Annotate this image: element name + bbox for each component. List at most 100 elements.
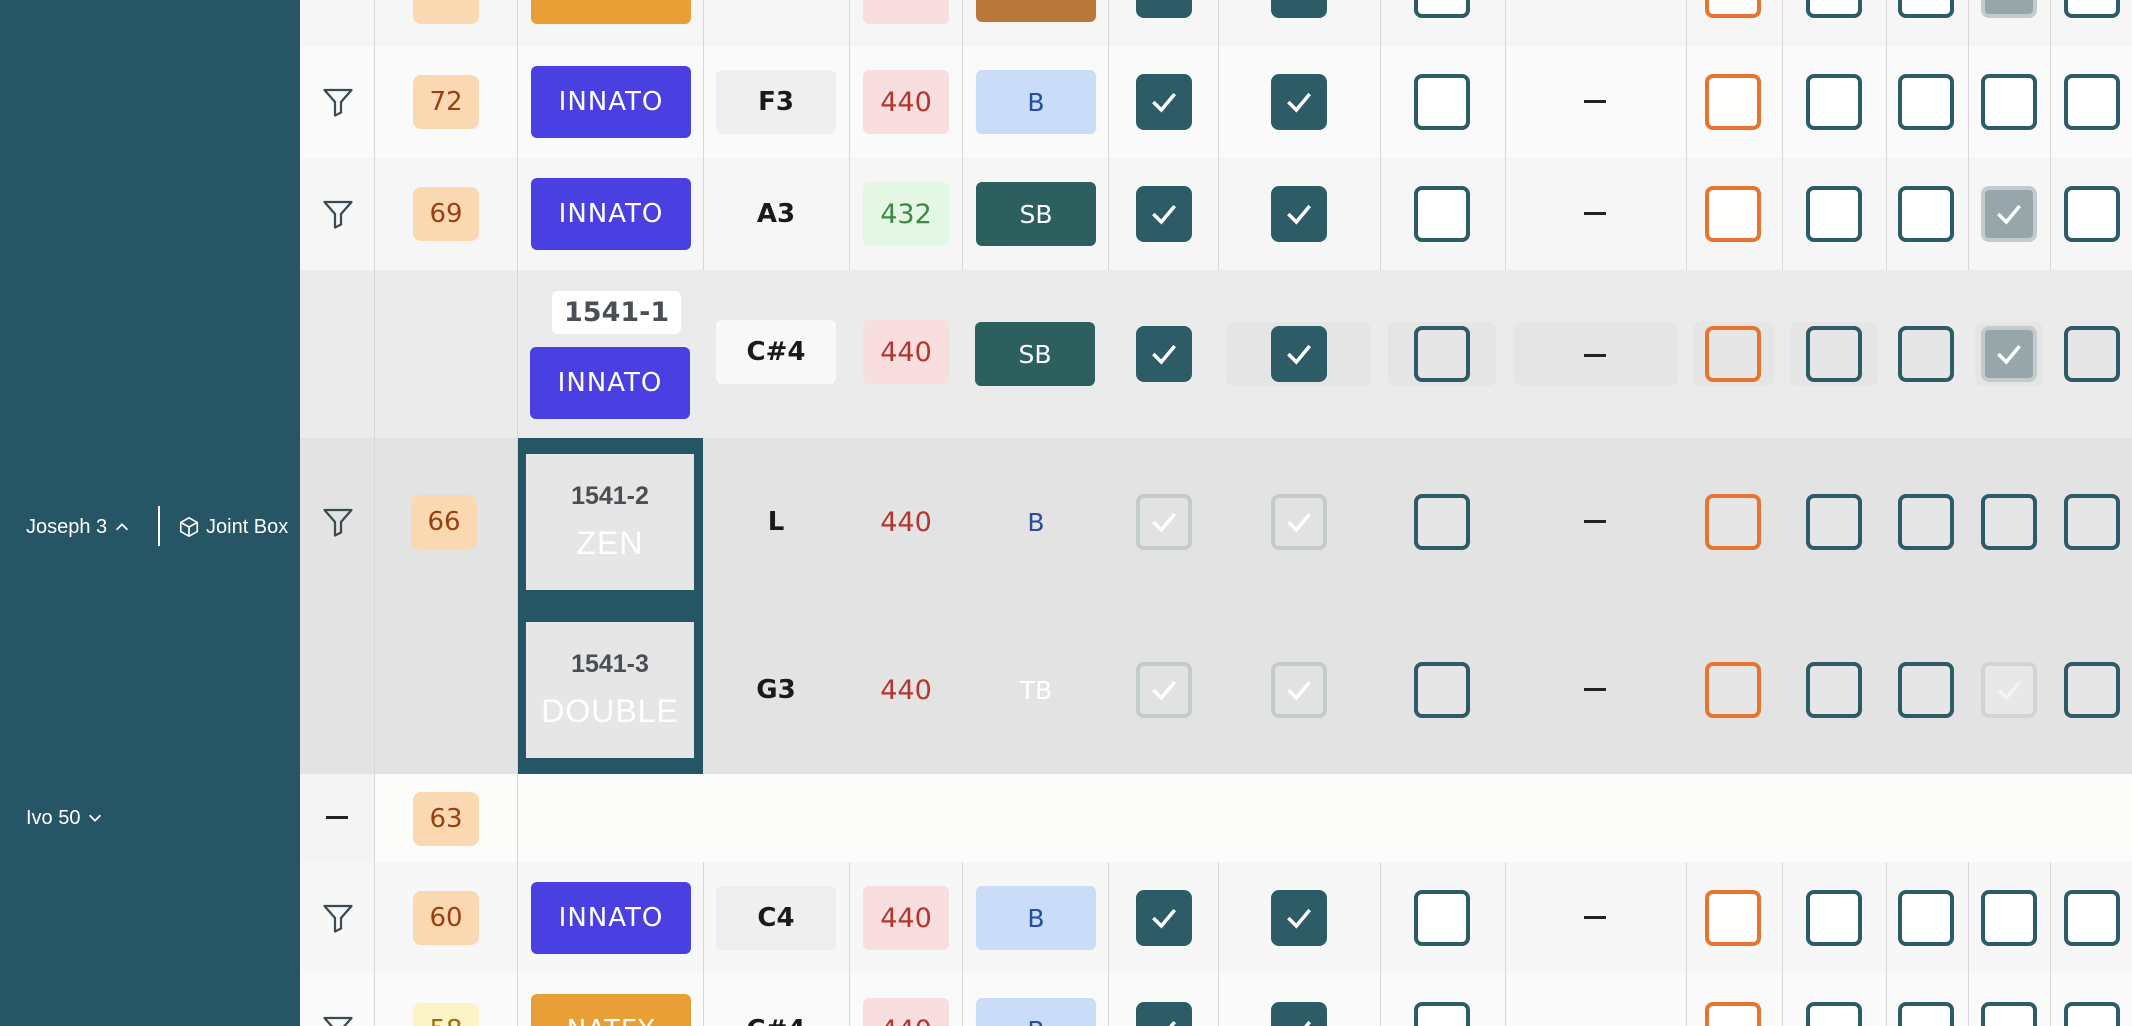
checkbox[interactable] — [1414, 74, 1470, 130]
checkbox[interactable] — [1981, 186, 2037, 242]
checkbox[interactable] — [1271, 326, 1327, 382]
checkbox[interactable] — [1414, 494, 1470, 550]
checkbox[interactable] — [1806, 662, 1862, 718]
checkbox[interactable] — [1806, 0, 1862, 18]
checkbox[interactable] — [2064, 494, 2120, 550]
frequency: 432 — [863, 182, 949, 246]
checkbox[interactable] — [1981, 1002, 2037, 1026]
checkbox[interactable] — [1136, 494, 1192, 550]
checkbox[interactable] — [1271, 74, 1327, 130]
checkbox[interactable] — [1271, 662, 1327, 718]
checkbox[interactable] — [1806, 1002, 1862, 1026]
checkbox[interactable] — [1414, 0, 1470, 18]
checkbox[interactable] — [1271, 0, 1327, 18]
checkbox[interactable] — [2064, 890, 2120, 946]
checkbox[interactable] — [1136, 74, 1192, 130]
checkbox[interactable] — [1806, 890, 1862, 946]
table-row[interactable]: 69 INNATO A3 432 SB — [300, 158, 2132, 270]
checkbox[interactable] — [1705, 1002, 1761, 1026]
box-icon — [179, 517, 199, 537]
check-icon — [1997, 680, 2021, 701]
checkbox[interactable] — [1705, 0, 1761, 18]
checkbox[interactable] — [1414, 326, 1470, 382]
group-label: Joseph 3 — [26, 515, 108, 538]
sidebar-divider — [158, 506, 160, 546]
checkbox[interactable] — [1898, 1002, 1954, 1026]
checkbox[interactable] — [1981, 326, 2037, 382]
table-row[interactable]: L 440 B — [300, 438, 2132, 606]
instrument-tag[interactable] — [531, 0, 691, 24]
checkbox[interactable] — [2064, 662, 2120, 718]
checkbox[interactable] — [1414, 662, 1470, 718]
check-icon — [1287, 204, 1311, 225]
checkbox[interactable] — [2064, 326, 2120, 382]
checkbox[interactable] — [2064, 186, 2120, 242]
checkbox[interactable] — [1898, 74, 1954, 130]
table-row[interactable]: 72 INNATO F3 440 B — [300, 46, 2132, 158]
checkbox[interactable] — [1898, 662, 1954, 718]
table-row[interactable]: 63 — [300, 774, 2132, 862]
checkbox[interactable] — [1136, 662, 1192, 718]
table-row[interactable] — [300, 0, 2132, 46]
empty-value — [1584, 916, 1606, 919]
checkbox[interactable] — [1981, 74, 2037, 130]
checkbox[interactable] — [1705, 186, 1761, 242]
instrument-tag[interactable]: INNATO — [530, 347, 690, 419]
checkbox[interactable] — [1414, 890, 1470, 946]
checkbox[interactable] — [1898, 326, 1954, 382]
instrument-tag[interactable]: INNATO — [531, 66, 691, 138]
checkbox[interactable] — [2064, 74, 2120, 130]
checkbox[interactable] — [1898, 0, 1954, 18]
checkbox[interactable] — [1981, 662, 2037, 718]
table-row[interactable]: 60 INNATO C4 440 B — [300, 862, 2132, 974]
checkbox[interactable] — [1271, 1002, 1327, 1026]
table-row[interactable]: 1541-1 INNATO C#4 440 SB — [300, 270, 2132, 438]
checkbox[interactable] — [1981, 890, 2037, 946]
item-number: 60 — [413, 891, 479, 945]
table-row[interactable]: G3 440 TB — [300, 606, 2132, 774]
checkbox[interactable] — [1136, 1002, 1192, 1026]
checkbox[interactable] — [1705, 662, 1761, 718]
checkbox[interactable] — [2064, 1002, 2120, 1026]
checkbox[interactable] — [1981, 0, 2037, 18]
checkbox[interactable] — [1981, 494, 2037, 550]
filter-icon[interactable] — [318, 194, 358, 234]
group-toggle-ivo[interactable]: Ivo 50 — [26, 802, 104, 834]
group-label: Ivo 50 — [26, 806, 81, 829]
checkbox[interactable] — [1136, 0, 1192, 18]
checkbox[interactable] — [1271, 494, 1327, 550]
checkbox[interactable] — [1898, 494, 1954, 550]
filter-icon[interactable] — [318, 1010, 358, 1026]
filter-icon[interactable] — [318, 82, 358, 122]
filter-icon[interactable] — [318, 898, 358, 938]
check-icon — [1152, 908, 1176, 929]
joint-box-label: Joint Box — [206, 515, 289, 538]
checkbox[interactable] — [1898, 186, 1954, 242]
checkbox[interactable] — [1705, 494, 1761, 550]
table-row[interactable]: 58 NATEY C#4 440 B — [300, 974, 2132, 1026]
instrument-tag[interactable]: NATEY — [531, 994, 691, 1026]
empty-value — [1584, 100, 1606, 103]
instrument-tag[interactable]: INNATO — [531, 178, 691, 250]
checkbox[interactable] — [1136, 890, 1192, 946]
joint-box-link[interactable]: Joint Box — [178, 511, 288, 543]
checkbox[interactable] — [1136, 326, 1192, 382]
checkbox[interactable] — [1414, 186, 1470, 242]
type-badge: B — [976, 998, 1096, 1026]
group-toggle-joseph[interactable]: Joseph 3 — [26, 511, 131, 543]
checkbox[interactable] — [1271, 890, 1327, 946]
checkbox[interactable] — [1806, 326, 1862, 382]
checkbox[interactable] — [1806, 74, 1862, 130]
checkbox[interactable] — [1705, 74, 1761, 130]
checkbox[interactable] — [1705, 326, 1761, 382]
checkbox[interactable] — [1271, 186, 1327, 242]
checkbox[interactable] — [2064, 0, 2120, 18]
checkbox[interactable] — [1136, 186, 1192, 242]
chevron-up-icon — [116, 523, 129, 531]
checkbox[interactable] — [1806, 186, 1862, 242]
checkbox[interactable] — [1705, 890, 1761, 946]
checkbox[interactable] — [1806, 494, 1862, 550]
checkbox[interactable] — [1414, 1002, 1470, 1026]
checkbox[interactable] — [1898, 890, 1954, 946]
instrument-tag[interactable]: INNATO — [531, 882, 691, 954]
